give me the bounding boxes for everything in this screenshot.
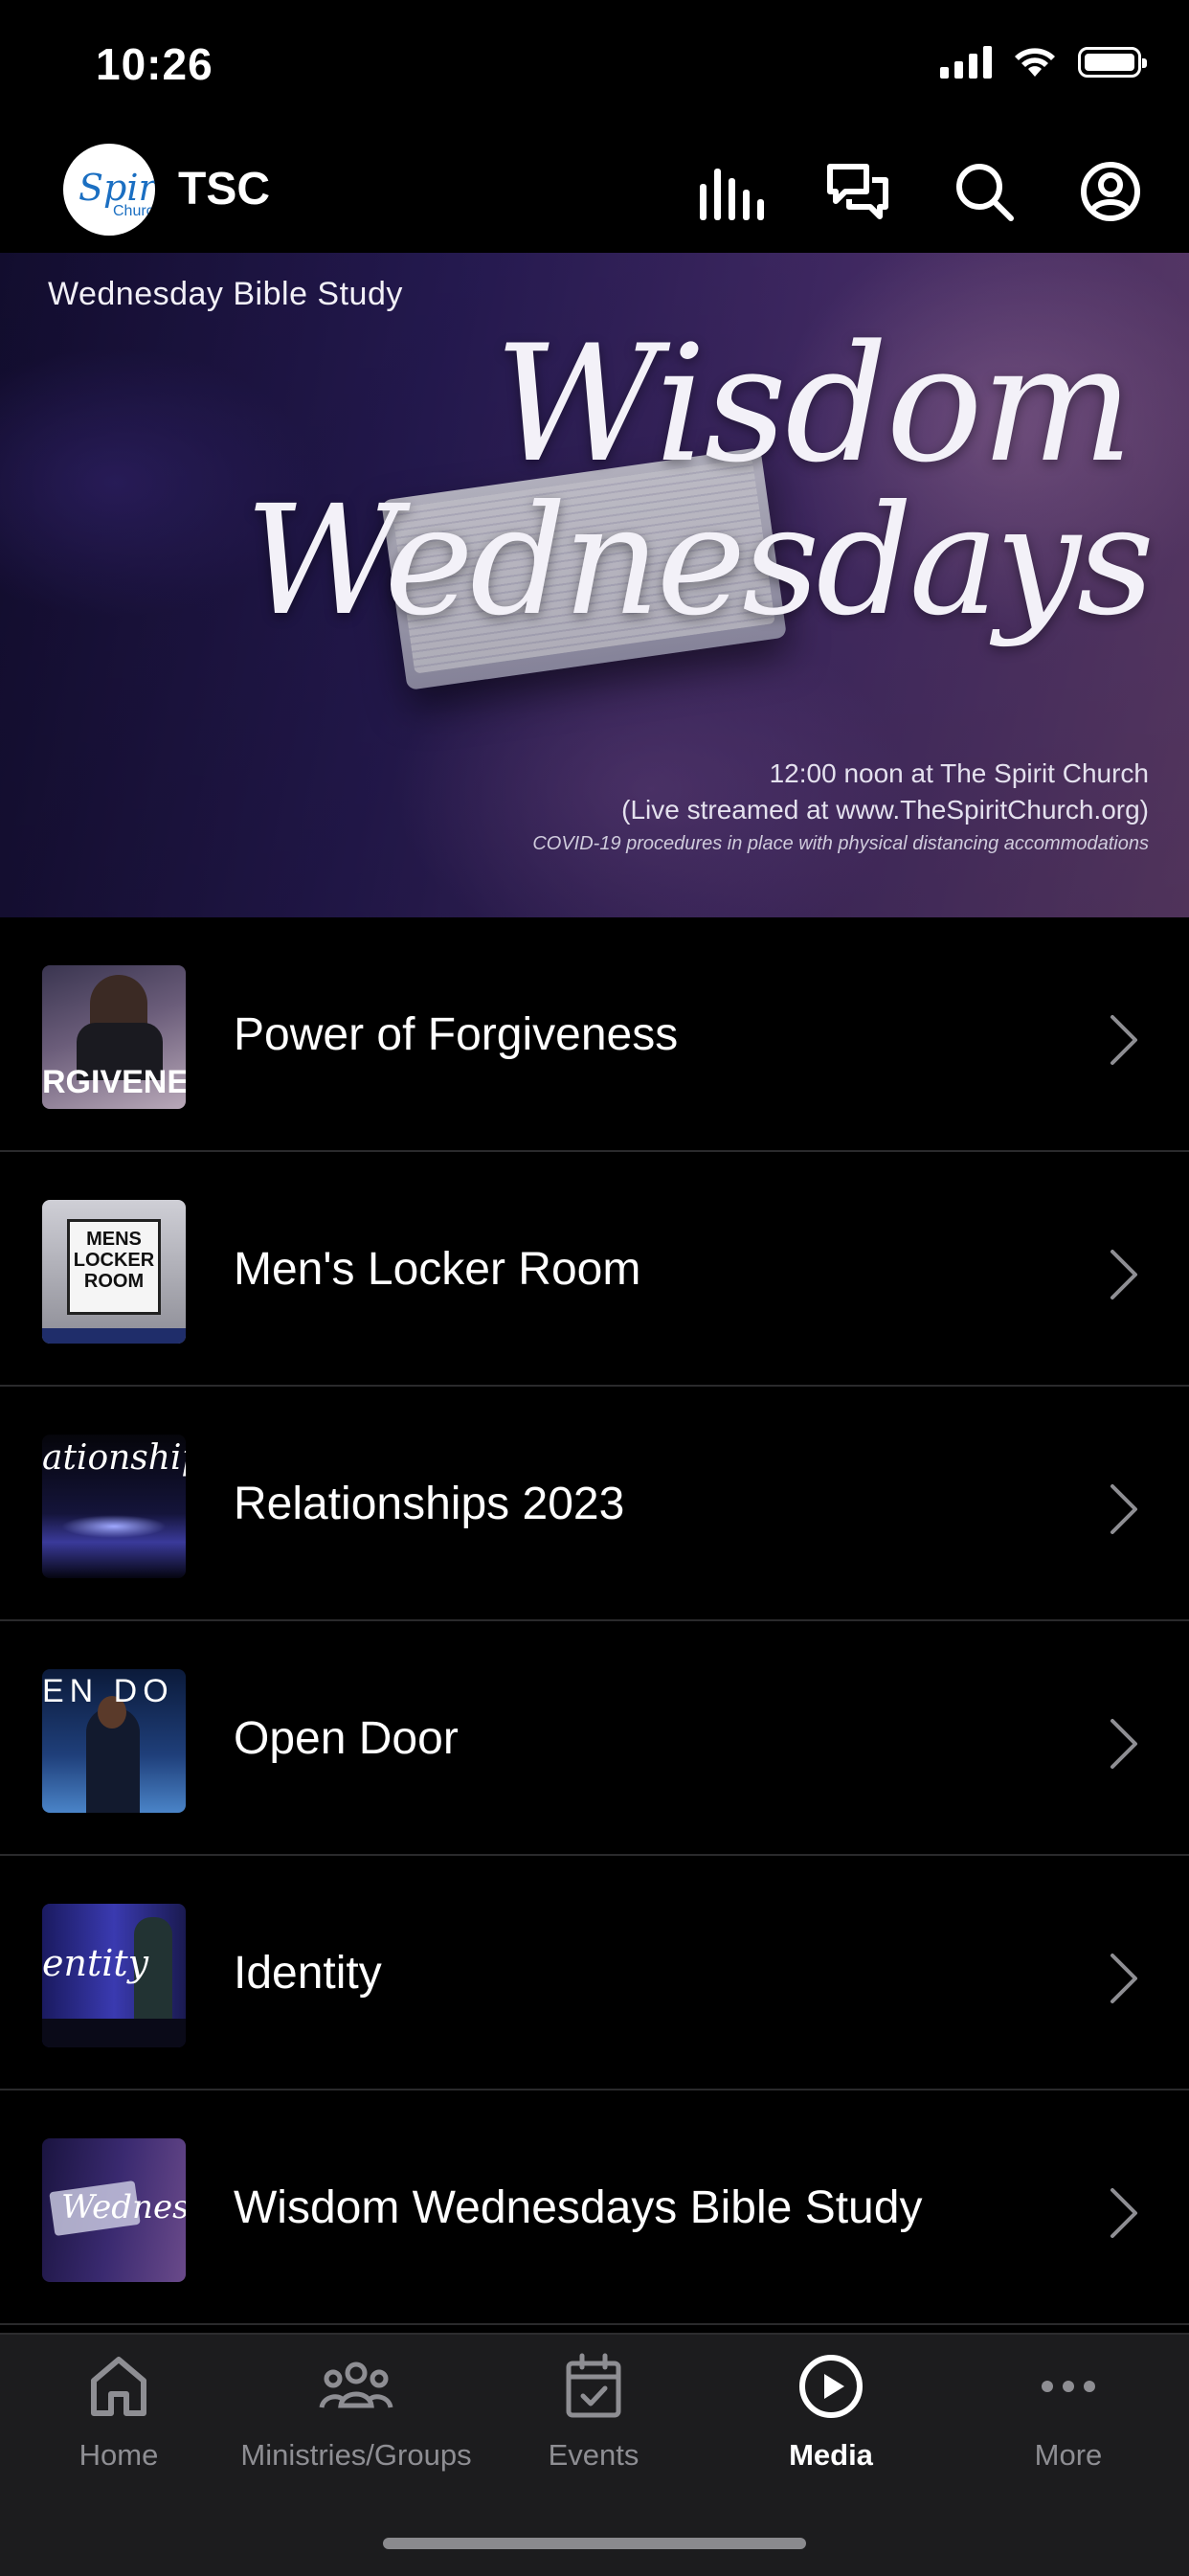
media-list: RGIVENE Power of Forgiveness MENS LOCKER… <box>0 917 1189 2325</box>
header-actions <box>693 153 1149 230</box>
thumbnail-text: EN DO <box>42 1673 174 1709</box>
chevron-right-icon <box>1110 1719 1137 1769</box>
thumbnail-text: ationships <box>42 1438 186 1478</box>
hero-covid-note: COVID-19 procedures in place with physic… <box>532 833 1149 854</box>
groups-icon <box>319 2361 393 2408</box>
more-icon <box>1042 2381 1095 2392</box>
tab-home[interactable]: Home <box>0 2352 237 2505</box>
hero-banner[interactable]: Wednesday Bible Study Wisdom Wednesdays … <box>0 253 1189 917</box>
list-item[interactable]: entity Identity <box>0 1856 1189 2090</box>
thumbnail: entity <box>42 1904 186 2047</box>
thumbnail: EN DO <box>42 1669 186 1813</box>
list-item[interactable]: EN DO Open Door <box>0 1621 1189 1856</box>
tab-ministries-groups[interactable]: Ministries/Groups <box>237 2352 475 2505</box>
hero-label: Wednesday Bible Study <box>48 276 403 312</box>
profile-button[interactable] <box>1072 153 1149 230</box>
status-time: 10:26 <box>96 39 213 89</box>
thumbnail-text: Wedneso <box>61 2188 186 2226</box>
thumbnail: MENS LOCKER ROOM <box>42 1200 186 1344</box>
tab-events[interactable]: Events <box>475 2352 712 2505</box>
tab-label: Media <box>789 2438 873 2472</box>
hero-title-line1: Wisdom <box>494 310 1133 498</box>
battery-icon <box>1078 47 1147 78</box>
hero-livestream-note: (Live streamed at www.TheSpiritChurch.or… <box>621 795 1149 825</box>
item-title: Men's Locker Room <box>234 1244 641 1295</box>
church-logo[interactable]: Spiri Churc <box>63 144 155 236</box>
status-icons <box>940 46 1147 79</box>
item-title: Open Door <box>234 1713 459 1764</box>
chevron-right-icon <box>1110 1250 1137 1299</box>
status-bar: 10:26 <box>0 0 1189 134</box>
list-item[interactable]: Wedneso Wisdom Wednesdays Bible Study <box>0 2090 1189 2325</box>
hero-time-location: 12:00 noon at The Spirit Church <box>769 758 1149 788</box>
home-indicator[interactable] <box>383 2538 806 2549</box>
thumbnail: ationships <box>42 1435 186 1578</box>
tab-label: Events <box>548 2438 639 2472</box>
signal-icon <box>940 46 992 79</box>
tab-media[interactable]: Media <box>712 2352 950 2505</box>
search-button[interactable] <box>946 153 1022 230</box>
search-icon <box>956 164 1014 221</box>
list-item[interactable]: RGIVENE Power of Forgiveness <box>0 917 1189 1152</box>
wifi-icon <box>1015 48 1055 77</box>
thumbnail: RGIVENE <box>42 965 186 1109</box>
chevron-right-icon <box>1110 1015 1137 1065</box>
chat-button[interactable] <box>819 153 896 230</box>
thumbnail: Wedneso <box>42 2138 186 2282</box>
chat-icon <box>827 164 888 219</box>
tab-label: Home <box>79 2438 159 2472</box>
tab-more[interactable]: More <box>950 2352 1187 2505</box>
item-title: Wisdom Wednesdays Bible Study <box>234 2182 923 2233</box>
list-item[interactable]: MENS LOCKER ROOM Men's Locker Room <box>0 1152 1189 1387</box>
item-title: Identity <box>234 1948 382 1999</box>
item-title: Power of Forgiveness <box>234 1009 679 1060</box>
home-icon <box>91 2357 146 2416</box>
item-title: Relationships 2023 <box>234 1479 625 1529</box>
app-header: Spiri Churc TSC <box>0 134 1189 253</box>
app-title: TSC <box>178 164 270 215</box>
chevron-right-icon <box>1110 1484 1137 1534</box>
thumbnail-text: RGIVENE <box>42 1064 186 1100</box>
chevron-right-icon <box>1110 2188 1137 2238</box>
calendar-icon <box>566 2353 621 2418</box>
thumbnail-text: entity <box>42 1942 149 1984</box>
logo-subtext: Churc <box>113 203 154 219</box>
hero-title-line2: Wednesdays <box>244 473 1155 649</box>
play-icon <box>799 2355 863 2418</box>
tab-label: More <box>1034 2438 1103 2472</box>
stats-button[interactable] <box>693 153 770 230</box>
chevron-right-icon <box>1110 1954 1137 2003</box>
profile-icon <box>1081 162 1140 221</box>
tab-label: Ministries/Groups <box>240 2438 472 2472</box>
thumbnail-text: MENS LOCKER ROOM <box>73 1229 155 1292</box>
list-item[interactable]: ationships Relationships 2023 <box>0 1387 1189 1621</box>
stats-icon <box>700 169 764 220</box>
